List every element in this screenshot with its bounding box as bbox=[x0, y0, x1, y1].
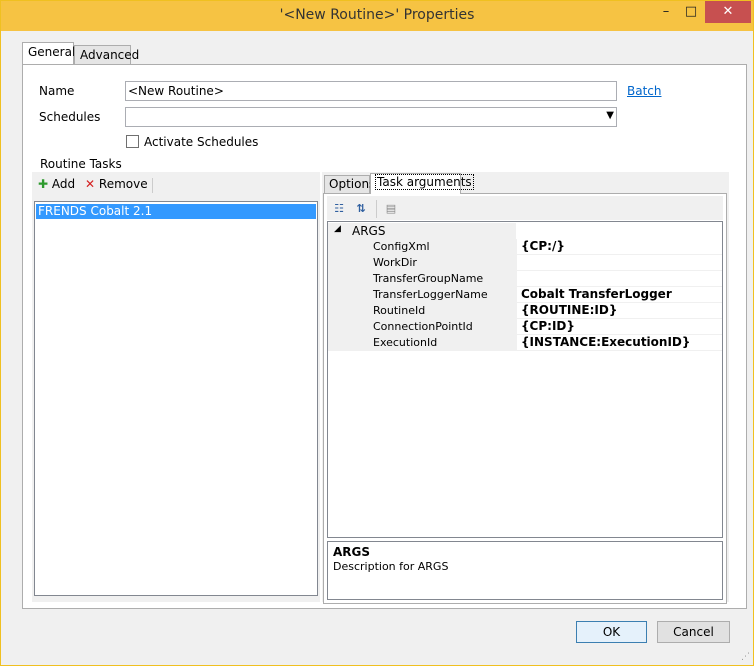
property-name: TransferGroupName bbox=[373, 272, 484, 285]
routine-tasks-title: Routine Tasks bbox=[40, 157, 122, 171]
maximize-button[interactable]: □ bbox=[679, 1, 703, 23]
category-label: ARGS bbox=[352, 224, 386, 238]
table-row[interactable]: TransferGroupName bbox=[328, 271, 722, 287]
plus-icon: ✚ bbox=[38, 177, 49, 191]
row-separator bbox=[516, 303, 517, 318]
row-gutter bbox=[328, 255, 344, 270]
row-gutter bbox=[328, 239, 344, 254]
property-name: RoutineId bbox=[373, 304, 426, 317]
tab-task-arguments-label: Task arguments bbox=[375, 174, 474, 190]
title-bar[interactable]: '<New Routine>' Properties – □ ✕ bbox=[1, 1, 753, 31]
tab-options[interactable]: Options bbox=[324, 175, 375, 194]
chevron-down-icon: ▼ bbox=[606, 110, 614, 121]
row-gutter bbox=[328, 287, 344, 302]
property-grid: ◢ ARGS ConfigXml {CP:/} WorkDir Transfer… bbox=[327, 221, 723, 538]
row-separator bbox=[516, 319, 517, 334]
property-name: ExecutionId bbox=[373, 336, 438, 349]
remove-icon: ✕ bbox=[85, 177, 96, 191]
cancel-button[interactable]: Cancel bbox=[657, 621, 730, 643]
tab-advanced[interactable]: Advanced bbox=[74, 45, 139, 65]
remove-button[interactable]: ✕ Remove bbox=[85, 177, 148, 191]
activate-schedules-label: Activate Schedules bbox=[144, 135, 259, 149]
row-separator bbox=[516, 271, 517, 286]
name-field[interactable]: <New Routine> bbox=[125, 81, 617, 101]
toolbar-separator bbox=[376, 200, 377, 218]
row-gutter bbox=[328, 335, 344, 350]
table-row[interactable]: ExecutionId {INSTANCE:ExecutionID} bbox=[328, 335, 722, 351]
categorized-icon[interactable]: ☷ bbox=[331, 201, 347, 217]
category-row[interactable]: ◢ ARGS bbox=[328, 223, 722, 239]
routine-tasks-list[interactable]: FRENDS Cobalt 2.1 bbox=[34, 201, 318, 596]
row-separator bbox=[516, 239, 517, 254]
description-text: Description for ARGS bbox=[333, 560, 449, 573]
row-gutter bbox=[328, 319, 344, 334]
row-separator bbox=[516, 287, 517, 302]
property-value[interactable]: Cobalt TransferLogger bbox=[521, 287, 672, 301]
table-row[interactable]: ConnectionPointId {CP:ID} bbox=[328, 319, 722, 335]
property-name: ConnectionPointId bbox=[373, 320, 473, 333]
remove-label: Remove bbox=[98, 177, 148, 191]
collapse-icon[interactable]: ◢ bbox=[334, 224, 341, 234]
alphabetical-icon[interactable]: ⇅ bbox=[353, 201, 369, 217]
row-gutter bbox=[328, 303, 344, 318]
add-label: Add bbox=[51, 177, 76, 191]
tab-task-arguments[interactable]: Task arguments bbox=[370, 173, 474, 194]
row-name-bg bbox=[344, 239, 516, 254]
resize-grip-icon[interactable]: ⋰ bbox=[741, 652, 750, 662]
add-button[interactable]: ✚ Add bbox=[38, 177, 75, 191]
table-row[interactable]: WorkDir bbox=[328, 255, 722, 271]
minimize-button[interactable]: – bbox=[653, 1, 679, 23]
tab-general[interactable]: General bbox=[22, 42, 75, 64]
ok-button[interactable]: OK bbox=[576, 621, 647, 643]
row-name-bg bbox=[344, 303, 516, 318]
schedules-dropdown[interactable]: ▼ bbox=[125, 107, 617, 127]
row-separator bbox=[516, 335, 517, 350]
close-button[interactable]: ✕ bbox=[705, 1, 751, 23]
property-name: ConfigXml bbox=[373, 240, 430, 253]
property-value[interactable]: {CP:/} bbox=[521, 239, 565, 253]
description-title: ARGS bbox=[333, 545, 371, 559]
property-value[interactable]: {INSTANCE:ExecutionID} bbox=[521, 335, 690, 349]
property-value[interactable]: {CP:ID} bbox=[521, 319, 575, 333]
row-gutter bbox=[328, 271, 344, 286]
toolbar-separator bbox=[152, 178, 153, 193]
list-item[interactable]: FRENDS Cobalt 2.1 bbox=[36, 204, 316, 219]
table-row[interactable]: ConfigXml {CP:/} bbox=[328, 239, 722, 255]
schedules-label: Schedules bbox=[39, 110, 101, 124]
property-pages-icon[interactable]: ▤ bbox=[383, 201, 399, 217]
table-row[interactable]: RoutineId {ROUTINE:ID} bbox=[328, 303, 722, 319]
batch-link[interactable]: Batch bbox=[627, 84, 662, 98]
property-value[interactable]: {ROUTINE:ID} bbox=[521, 303, 617, 317]
name-label: Name bbox=[39, 84, 75, 98]
property-name: WorkDir bbox=[373, 256, 417, 269]
row-name-bg bbox=[344, 255, 516, 270]
property-description: ARGS Description for ARGS bbox=[327, 541, 723, 600]
table-row[interactable]: TransferLoggerName Cobalt TransferLogger bbox=[328, 287, 722, 303]
row-separator bbox=[516, 255, 517, 270]
routine-tasks-toolbar: ✚ Add ✕ Remove bbox=[32, 174, 316, 196]
property-name: TransferLoggerName bbox=[373, 288, 488, 301]
activate-schedules-checkbox[interactable] bbox=[126, 135, 139, 148]
window-title: '<New Routine>' Properties bbox=[279, 7, 475, 23]
